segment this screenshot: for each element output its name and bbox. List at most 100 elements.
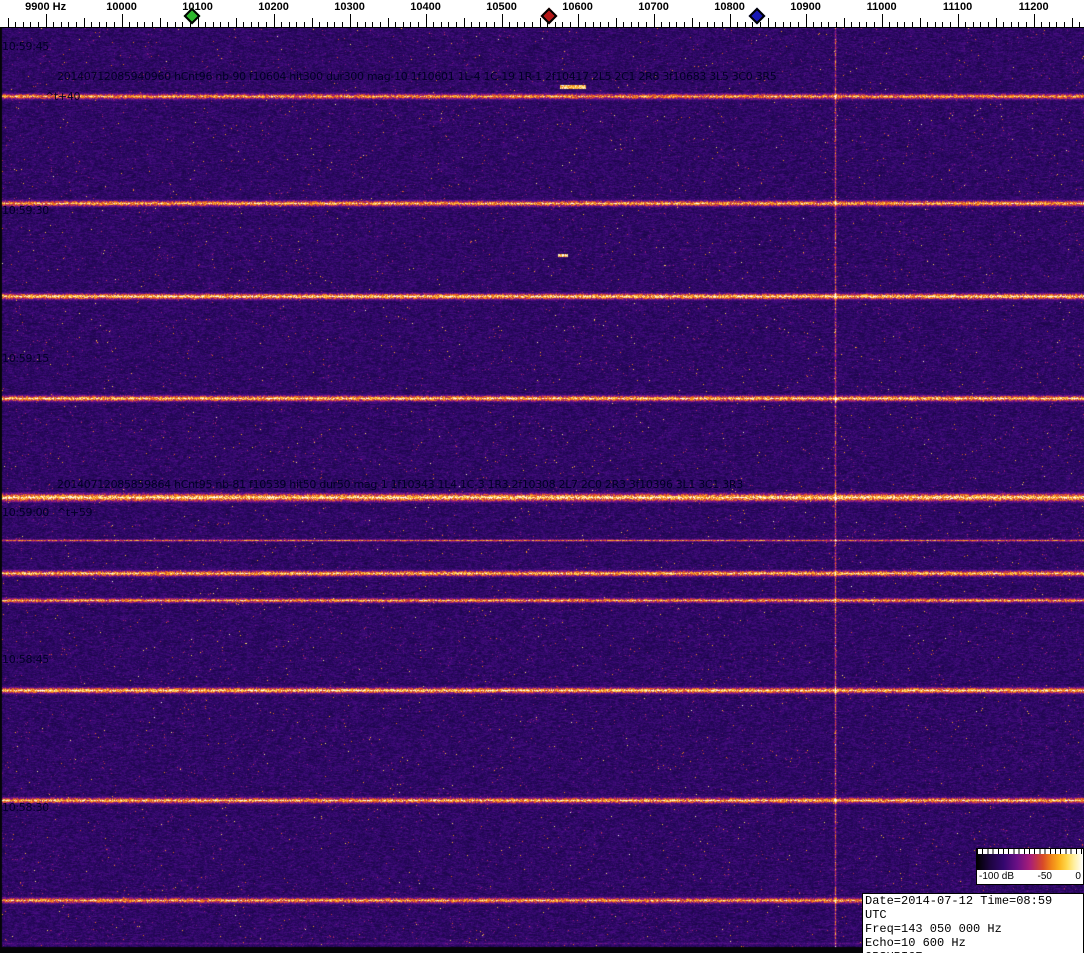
ruler-tick	[60, 22, 62, 27]
ruler-tick	[129, 22, 131, 27]
ruler-tick	[630, 22, 632, 27]
ruler-tick	[273, 14, 275, 27]
ruler-label: 10300	[334, 1, 365, 13]
ruler-tick	[912, 22, 913, 27]
colorbar-labels: -100 dB -50 0	[977, 870, 1083, 884]
ruler-tick	[927, 22, 929, 27]
ruler-tick	[820, 22, 822, 27]
ruler-tick	[570, 22, 571, 27]
colorbar-gradient	[977, 854, 1083, 870]
ruler-tick	[988, 22, 989, 27]
ruler-tick	[1018, 22, 1020, 27]
ruler-tick	[851, 22, 853, 27]
ruler-tick	[205, 22, 207, 27]
ruler-tick	[1071, 18, 1073, 27]
ruler-tick	[828, 22, 830, 27]
ruler-tick	[661, 22, 663, 27]
ruler-tick	[281, 22, 283, 27]
detection-annotation: 20140712085859864 hCnt95 nb-81 f10539 hi…	[57, 478, 743, 491]
detection-annotation: 20140712085940960 hCnt96 nb-90 f10604 hi…	[57, 70, 777, 83]
ruler-tick	[706, 22, 708, 27]
ruler-tick	[106, 22, 108, 27]
ruler-tick	[296, 22, 298, 27]
ruler-tick	[212, 22, 214, 27]
ruler-tick	[615, 18, 617, 27]
ruler-tick	[1079, 22, 1081, 27]
meteor-spectrogram-screen: 9900 Hz 10000 10100 10200 10300 10400 10500 106…	[0, 0, 1084, 953]
ruler-tick	[486, 22, 488, 27]
ruler-tick	[554, 22, 556, 27]
info-line-echo: Echo=10 600 Hz	[865, 936, 966, 950]
ruler-tick	[684, 22, 685, 27]
ruler-tick	[957, 14, 959, 27]
ruler-tick	[334, 22, 336, 27]
ruler-tick	[387, 18, 389, 27]
ruler-tick	[167, 22, 169, 27]
time-label: 10:58:45	[2, 653, 50, 666]
ruler-tick	[532, 22, 533, 27]
ruler-tick	[456, 22, 457, 27]
ruler-tick	[342, 22, 343, 27]
ruler-tick	[729, 14, 731, 27]
ruler-tick	[30, 22, 32, 27]
ruler-tick	[304, 22, 305, 27]
ruler-tick	[1064, 22, 1065, 27]
ruler-tick	[1026, 22, 1027, 27]
ruler-tick	[623, 22, 625, 27]
time-label: 10:59:45	[2, 40, 50, 53]
info-line-date: Date=2014-07-12 Time=08:59 UTC	[865, 894, 1053, 922]
ruler-tick	[250, 22, 252, 27]
colorbar-label-mid: -50	[1037, 871, 1052, 882]
ruler-tick	[691, 18, 693, 27]
ruler-tick	[577, 14, 579, 27]
ruler-tick	[1003, 22, 1005, 27]
ruler-tick	[418, 22, 419, 27]
ruler-tick	[866, 22, 868, 27]
ruler-tick	[752, 22, 754, 27]
ruler-tick	[311, 18, 313, 27]
ruler-tick	[357, 22, 359, 27]
ruler-tick	[972, 22, 974, 27]
ruler-tick	[980, 22, 982, 27]
ruler-tick	[676, 22, 678, 27]
ruler-tick	[266, 22, 267, 27]
ruler-tick	[478, 22, 480, 27]
ruler-tick	[349, 14, 351, 27]
ruler-tick	[121, 14, 123, 27]
ruler-tick	[1033, 14, 1035, 27]
ruler-tick	[919, 18, 921, 27]
ruler-tick	[1056, 22, 1058, 27]
time-label: 10:58:30	[2, 801, 50, 814]
ruler-tick	[646, 22, 647, 27]
ruler-tick	[805, 14, 807, 27]
ruler-tick	[722, 22, 723, 27]
ruler-label: 10700	[638, 1, 669, 13]
ruler-tick	[144, 22, 146, 27]
ruler-tick	[152, 22, 153, 27]
ruler-tick	[1048, 22, 1050, 27]
spectrogram-area: -100 dB -50 0 Date=2014-07-12 Time=08:59…	[0, 28, 1084, 953]
ruler-tick	[889, 22, 891, 27]
ruler-label: 10500	[486, 1, 517, 13]
ruler-tick	[562, 22, 564, 27]
ruler-tick	[182, 22, 184, 27]
ruler-tick	[858, 22, 860, 27]
ruler-tick	[1041, 22, 1043, 27]
ruler-tick	[516, 22, 518, 27]
ruler-tick	[790, 22, 792, 27]
info-box: Date=2014-07-12 Time=08:59 UTC Freq=143 …	[862, 893, 1084, 953]
ruler-tick	[463, 18, 465, 27]
ruler-tick	[668, 22, 670, 27]
ruler-tick	[114, 22, 115, 27]
detection-annotation: ^t+59	[57, 506, 93, 519]
time-label: 10:59:30	[2, 204, 50, 217]
detection-annotation: ^t+40	[45, 90, 81, 103]
ruler-tick	[98, 22, 100, 27]
ruler-tick	[737, 22, 739, 27]
ruler-tick	[326, 22, 328, 27]
ruler-tick	[896, 22, 898, 27]
freq-marker-blue-icon[interactable]	[748, 7, 766, 25]
ruler-tick	[524, 22, 526, 27]
ruler-label: 10600	[562, 1, 593, 13]
ruler-tick	[258, 22, 260, 27]
